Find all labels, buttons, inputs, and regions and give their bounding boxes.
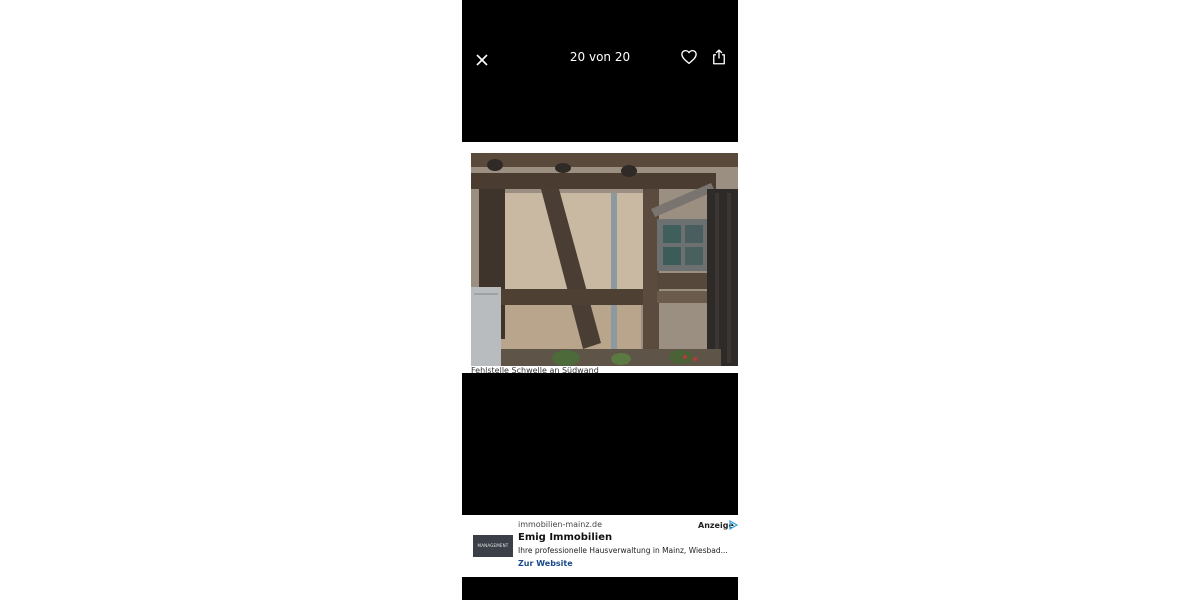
heart-icon bbox=[681, 49, 697, 65]
photo-slide: Fehlstelle Schwelle an Südwand bbox=[462, 142, 738, 373]
ad-domain[interactable]: immobilien-mainz.de bbox=[518, 520, 602, 529]
gallery-photo[interactable] bbox=[471, 153, 738, 366]
ad-website-link[interactable]: Zur Website bbox=[518, 559, 573, 568]
ad-description: Ihre professionelle Hausverwaltung in Ma… bbox=[518, 546, 728, 555]
ad-title[interactable]: Emig Immobilien bbox=[518, 532, 612, 543]
gallery-viewer: 20 von 20 Fehlstelle Schwelle an Südwand… bbox=[462, 0, 738, 600]
adchoices-icon[interactable] bbox=[728, 515, 738, 531]
advertisement[interactable]: immobilien-mainz.de Anzeige MANAGEMENT E… bbox=[462, 515, 738, 577]
ad-thumbnail-text: MANAGEMENT bbox=[477, 543, 509, 548]
share-button[interactable] bbox=[710, 48, 728, 66]
photo-caption: Fehlstelle Schwelle an Südwand bbox=[471, 367, 599, 373]
half-timbered-wall-photo bbox=[471, 153, 738, 366]
gallery-header: 20 von 20 bbox=[462, 0, 738, 142]
share-icon bbox=[713, 49, 725, 65]
ad-thumbnail[interactable]: MANAGEMENT bbox=[473, 535, 513, 557]
favorite-button[interactable] bbox=[680, 48, 698, 66]
